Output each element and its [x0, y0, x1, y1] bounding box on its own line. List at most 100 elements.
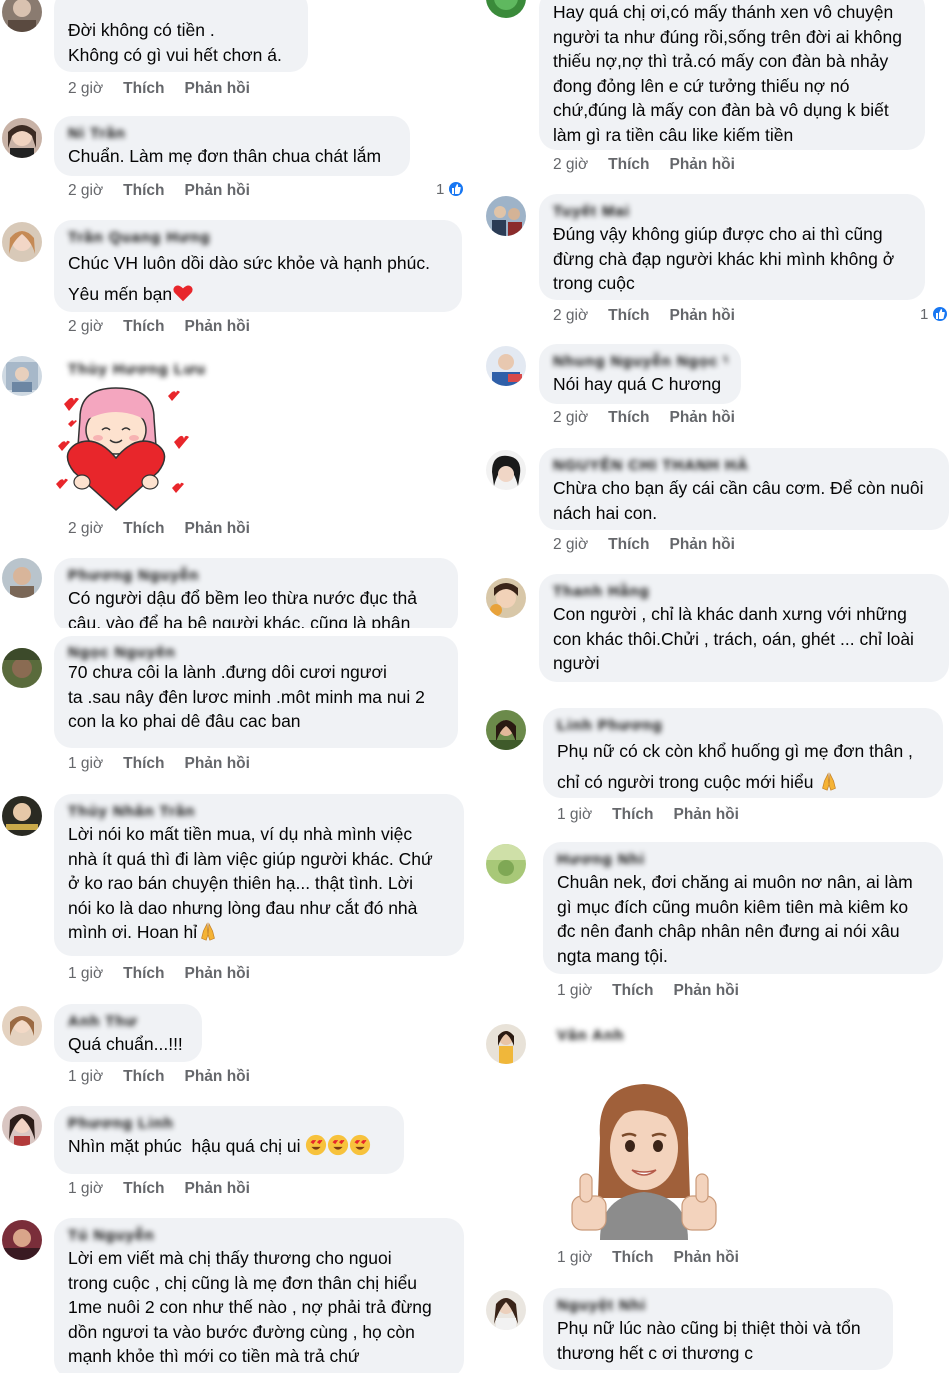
- commenter-name[interactable]: Thanh Hằng: [553, 582, 935, 602]
- reply-button[interactable]: Phản hồi: [185, 318, 250, 336]
- commenter-name[interactable]: NGUYỄN CHI THANH HÀ: [553, 456, 935, 476]
- like-button[interactable]: Thích: [612, 806, 653, 824]
- comment-time[interactable]: 2 giờ: [553, 307, 588, 325]
- commenter-name[interactable]: Ngọc Nguyễn: [68, 646, 444, 660]
- reply-button[interactable]: Phản hồi: [670, 536, 735, 554]
- avatar[interactable]: [2, 222, 42, 262]
- comment-time[interactable]: 1 giờ: [68, 1068, 103, 1086]
- comment-text: Phụ nữ có ck còn khổ huống gì mẹ đơn thâ…: [557, 741, 913, 792]
- avatar[interactable]: [2, 796, 42, 836]
- comment-text: Nói hay quá C hương: [553, 374, 722, 394]
- commenter-name[interactable]: Vân Anh: [557, 1026, 624, 1046]
- reply-button[interactable]: Phản hồi: [185, 755, 250, 773]
- reply-button[interactable]: Phản hồi: [670, 156, 735, 174]
- avatar[interactable]: [2, 356, 42, 396]
- like-button[interactable]: Thích: [123, 755, 164, 773]
- commenter-name[interactable]: Trần Quang Hưng: [68, 228, 448, 248]
- girl-heart-sticker: [50, 384, 190, 514]
- comment-time[interactable]: 2 giờ: [553, 409, 588, 427]
- avatar[interactable]: [2, 1106, 42, 1146]
- comment-time[interactable]: 2 giờ: [68, 80, 103, 98]
- like-button[interactable]: Thích: [123, 1180, 164, 1198]
- heart-eyes-emoji-icon: [306, 1134, 327, 1156]
- commenter-name[interactable]: Thùy Hương Lưu: [68, 360, 206, 380]
- avatar[interactable]: [2, 0, 42, 32]
- avatar[interactable]: [486, 450, 526, 490]
- avatar[interactable]: [486, 844, 526, 884]
- comment-actions: 1 giờ Thích Phản hồi: [68, 755, 250, 773]
- reply-button[interactable]: Phản hồi: [185, 1068, 250, 1086]
- like-button[interactable]: Thích: [608, 307, 649, 325]
- comment-text: Chuân nek, đơi chăng ai muôn nơ nân, ai …: [557, 872, 913, 966]
- comment-time[interactable]: 2 giờ: [68, 520, 103, 538]
- comment-time[interactable]: 2 giờ: [553, 156, 588, 174]
- comment-actions: 2 giờ Thích Phản hồi: [553, 409, 735, 427]
- reply-button[interactable]: Phản hồi: [185, 80, 250, 98]
- avatar[interactable]: [2, 1220, 42, 1260]
- avatar[interactable]: [486, 1024, 526, 1064]
- avatar[interactable]: [486, 196, 526, 236]
- avatar[interactable]: [2, 118, 42, 158]
- comment-actions: 2 giờ Thích Phản hồi: [68, 182, 250, 200]
- reply-button[interactable]: Phản hồi: [670, 409, 735, 427]
- comment-time[interactable]: 1 giờ: [557, 982, 592, 1000]
- avatar[interactable]: [486, 346, 526, 386]
- like-button[interactable]: Thích: [608, 156, 649, 174]
- like-button[interactable]: Thích: [123, 80, 164, 98]
- comment-bubble: Phương Linh Nhìn mặt phúc hậu quá chị ui: [54, 1106, 404, 1174]
- comment-time[interactable]: 1 giờ: [557, 806, 592, 824]
- like-button[interactable]: Thích: [123, 318, 164, 336]
- reply-button[interactable]: Phản hồi: [185, 520, 250, 538]
- avatar[interactable]: [486, 0, 526, 18]
- comment-bubble: Nguyệt Nhi Phụ nữ lúc nào cũng bị thiệt …: [543, 1288, 893, 1370]
- comment-text: Lời nói ko mất tiền mua, ví dụ nhà mình …: [68, 824, 433, 942]
- comment-text: Chừa cho bạn ấy cái cần câu cơm. Để còn …: [553, 478, 924, 523]
- thumbs-up-icon: [931, 305, 949, 324]
- commenter-name[interactable]: Linh Phương: [557, 716, 929, 736]
- like-button[interactable]: Thích: [123, 965, 164, 983]
- folded-hands-icon: [822, 772, 837, 791]
- reaction-count[interactable]: 1: [436, 180, 466, 199]
- comment-time[interactable]: 1 giờ: [557, 1249, 592, 1267]
- reply-button[interactable]: Phản hồi: [674, 1249, 739, 1267]
- reply-button[interactable]: Phản hồi: [674, 982, 739, 1000]
- like-button[interactable]: Thích: [123, 520, 164, 538]
- comment-time[interactable]: 1 giờ: [68, 755, 103, 773]
- comment-time[interactable]: 1 giờ: [68, 1180, 103, 1198]
- commenter-name[interactable]: Anh Thư: [68, 1012, 188, 1032]
- commenter-name[interactable]: Ni Trần: [68, 124, 396, 144]
- reply-button[interactable]: Phản hồi: [185, 1180, 250, 1198]
- commenter-name[interactable]: Nguyệt Nhi: [557, 1296, 879, 1316]
- avatar[interactable]: [2, 648, 42, 688]
- comment-time[interactable]: 2 giờ: [553, 536, 588, 554]
- reply-button[interactable]: Phản hồi: [674, 806, 739, 824]
- comment-actions: 2 giờ Thích Phản hồi: [68, 520, 250, 538]
- avatar[interactable]: [486, 710, 526, 750]
- commenter-name[interactable]: Thủy Nhân Trần: [68, 802, 450, 822]
- commenter-name[interactable]: Tú Nguyễn: [68, 1226, 450, 1246]
- reply-button[interactable]: Phản hồi: [670, 307, 735, 325]
- comment-time[interactable]: 2 giờ: [68, 318, 103, 336]
- reply-button[interactable]: Phản hồi: [185, 182, 250, 200]
- commenter-name[interactable]: Tuyết Mai: [553, 202, 911, 222]
- reply-button[interactable]: Phản hồi: [185, 965, 250, 983]
- avatar[interactable]: [486, 1290, 526, 1330]
- commenter-name[interactable]: Hương Nhi: [557, 850, 929, 870]
- comment-bubble: Thanh Hằng Con người , chỉ là khác danh …: [539, 574, 949, 682]
- avatar[interactable]: [2, 558, 42, 598]
- avatar[interactable]: [2, 1006, 42, 1046]
- like-button[interactable]: Thích: [608, 536, 649, 554]
- commenter-name[interactable]: Nhung Nguyễn Ngọc Vy: [553, 352, 727, 372]
- like-button[interactable]: Thích: [123, 1068, 164, 1086]
- commenter-name[interactable]: Phương Nguyễn: [68, 566, 444, 586]
- comment-time[interactable]: 2 giờ: [68, 182, 103, 200]
- avatar[interactable]: [486, 578, 526, 618]
- like-button[interactable]: Thích: [612, 1249, 653, 1267]
- reaction-count[interactable]: 1: [920, 305, 949, 324]
- like-button[interactable]: Thích: [612, 982, 653, 1000]
- like-button[interactable]: Thích: [123, 182, 164, 200]
- like-button[interactable]: Thích: [608, 409, 649, 427]
- commenter-name[interactable]: Phương Linh: [68, 1114, 390, 1134]
- thumbs-up-icon: [447, 180, 466, 199]
- comment-time[interactable]: 1 giờ: [68, 965, 103, 983]
